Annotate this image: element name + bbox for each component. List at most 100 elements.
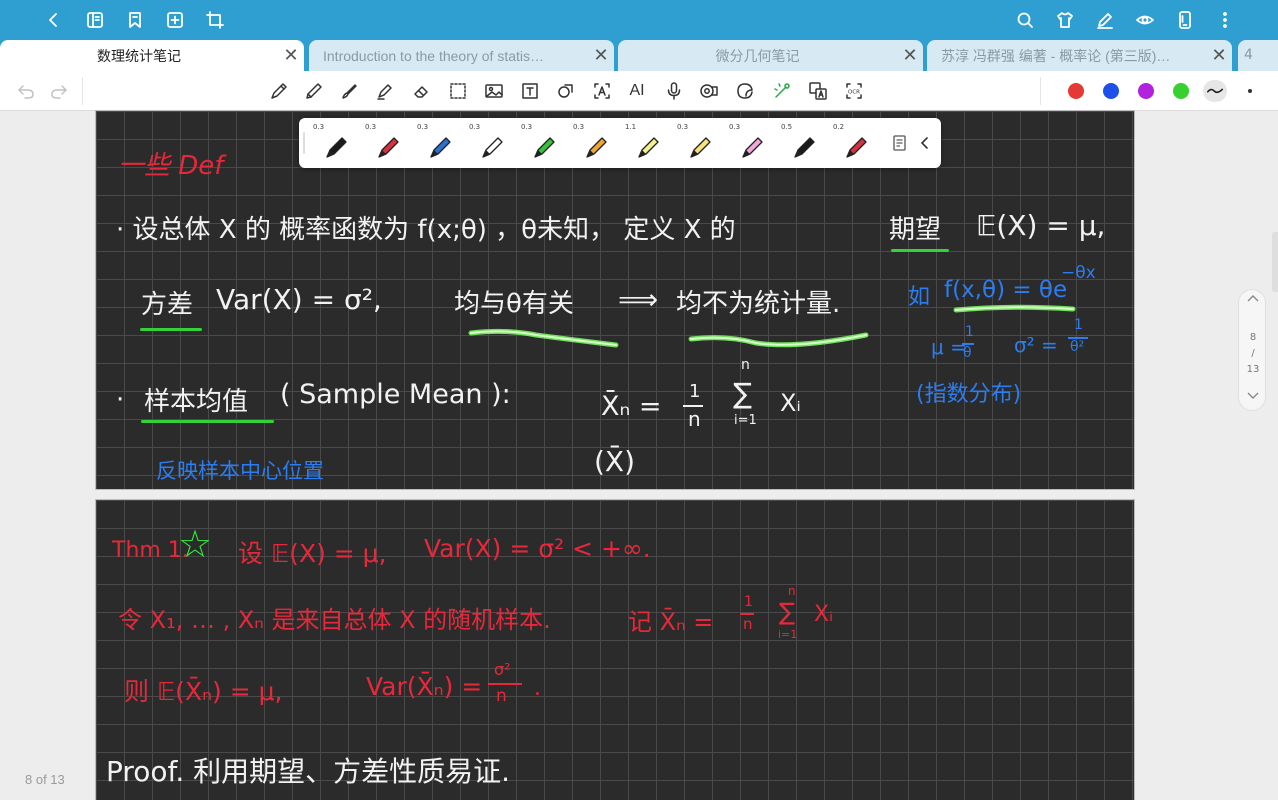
tab-probability-book[interactable]: 苏淳 冯群强 编著 - 概率论 (第三版)… ✕ <box>927 40 1232 71</box>
image-icon[interactable] <box>482 79 506 103</box>
definition-line: · 设总体 X 的 概率函数为 f(x;θ) ，θ未知， 定义 X 的 <box>116 215 736 245</box>
tab-label: Introduction to the theory of statis… <box>323 47 545 64</box>
page-down-icon[interactable] <box>1239 392 1267 403</box>
sum-lower-limit: i=1 <box>778 628 798 641</box>
color-blue-swatch[interactable] <box>1103 83 1119 99</box>
reflects-center-note: 反映样本中心位置 <box>156 459 324 483</box>
highlighter-icon[interactable] <box>373 79 397 103</box>
bookmark-icon[interactable] <box>123 8 147 32</box>
tab-intro-theory[interactable]: Introduction to the theory of statis… ✕ <box>309 40 614 71</box>
pen-preset[interactable]: 0.3 <box>363 122 411 164</box>
tab-strip: 数理统计笔记 ✕ Introduction to the theory of s… <box>0 40 1278 71</box>
green-glow-underline <box>688 332 869 348</box>
edge-handle[interactable] <box>1272 232 1278 292</box>
exponential-dist-note: (指数分布) <box>916 382 1022 407</box>
green-glow-underline <box>953 304 1076 313</box>
variance-denominator: θ² <box>1070 339 1085 355</box>
pen-icon <box>326 137 347 158</box>
lasso-select-icon[interactable] <box>446 79 470 103</box>
undo-icon[interactable] <box>14 79 38 103</box>
color-purple-swatch[interactable] <box>1138 83 1154 99</box>
expectation-word: 期望 <box>889 215 942 245</box>
tab-notes-stats[interactable]: 数理统计笔记 ✕ <box>0 40 304 71</box>
svg-text:OCR: OCR <box>848 90 860 96</box>
shirt-icon[interactable] <box>1053 8 1077 32</box>
page-nav-current: 8 <box>1249 332 1257 343</box>
translate-icon[interactable] <box>806 79 830 103</box>
laser-pointer-icon[interactable] <box>770 79 794 103</box>
close-icon[interactable]: ✕ <box>278 40 304 71</box>
pen-icon <box>482 137 503 158</box>
note-page-2[interactable]: Thm 1. ☆ 设 𝔼(X) = μ, Var(X) = σ² < +∞. 令… <box>95 499 1135 800</box>
eraser-icon[interactable] <box>409 79 433 103</box>
brush-pen-icon[interactable] <box>338 79 362 103</box>
theorem-cond-mean: 设 𝔼(X) = μ, <box>238 539 387 568</box>
pen-edit-icon[interactable] <box>1093 8 1117 32</box>
close-icon[interactable]: ✕ <box>1206 40 1232 71</box>
phone-icon[interactable] <box>1173 8 1197 32</box>
fraction-denominator: n <box>496 686 507 706</box>
green-glow-underline <box>468 328 619 348</box>
eye-icon[interactable] <box>1133 8 1157 32</box>
pen-preset[interactable]: 0.3 <box>727 122 775 164</box>
tab-label: 数理统计笔记 <box>97 47 181 64</box>
text-box-icon[interactable] <box>518 79 542 103</box>
pen-size-label: 0.2 <box>833 123 845 131</box>
top-bar <box>0 0 1278 40</box>
pen-preset[interactable]: 0.3 <box>415 122 463 164</box>
drag-handle[interactable] <box>303 132 305 154</box>
pen-icon <box>378 137 399 158</box>
pen-size-label: 0.3 <box>469 123 481 131</box>
theorem-cond-variance: Var(X) = σ² < +∞. <box>424 534 651 563</box>
ocr-icon[interactable]: OCR <box>842 79 866 103</box>
pen-icon <box>794 137 815 158</box>
text-recognize-icon[interactable] <box>590 79 614 103</box>
collapse-palette-icon[interactable] <box>916 133 934 153</box>
close-icon[interactable]: ✕ <box>588 40 614 71</box>
pen-preset[interactable]: 0.3 <box>311 122 359 164</box>
pen-preset[interactable]: 0.2 <box>831 122 879 164</box>
search-icon[interactable] <box>1013 8 1037 32</box>
sticker-icon[interactable] <box>733 79 757 103</box>
tab-diff-geometry[interactable]: 微分几何笔记 ✕ <box>618 40 923 71</box>
add-page-icon[interactable] <box>163 8 187 32</box>
pen-preset[interactable]: 0.3 <box>571 122 619 164</box>
pen-palette: 0.3 0.3 0.3 0.3 0.3 0.3 1.1 0.3 0.3 0.5 0.2 <box>299 118 941 168</box>
green-underline <box>140 328 202 331</box>
pen-preset[interactable]: 0.3 <box>519 122 567 164</box>
pen-preset[interactable]: 0.3 <box>675 122 723 164</box>
fountain-pen-icon[interactable] <box>267 79 291 103</box>
shape-icon[interactable] <box>554 79 578 103</box>
ai-assistant-icon[interactable]: AI <box>625 79 649 103</box>
fraction-denominator: n <box>688 407 701 431</box>
pen-preset[interactable]: 0.5 <box>779 122 827 164</box>
microphone-icon[interactable] <box>662 79 686 103</box>
pen-icon <box>846 137 867 158</box>
page-counter: 8 of 13 <box>25 772 65 787</box>
palette-settings-icon[interactable] <box>891 133 909 153</box>
redo-icon[interactable] <box>47 79 71 103</box>
stroke-style-selector[interactable] <box>1203 80 1227 102</box>
crop-icon[interactable] <box>203 8 227 32</box>
pen-size-label: 0.3 <box>573 123 585 131</box>
wave-stroke-icon <box>1207 88 1223 94</box>
color-green-swatch[interactable] <box>1173 83 1189 99</box>
pencil-icon[interactable] <box>302 79 326 103</box>
page-navigator[interactable]: 8 / 13 <box>1238 289 1266 411</box>
mean-denominator: θ <box>963 345 972 361</box>
more-dot-icon[interactable] <box>1248 89 1252 93</box>
sum-upper-limit: n <box>741 357 750 373</box>
pen-size-label: 0.3 <box>521 123 533 131</box>
pen-icon <box>534 137 555 158</box>
pen-preset[interactable]: 0.3 <box>467 122 515 164</box>
tape-icon[interactable] <box>697 79 721 103</box>
back-icon[interactable] <box>42 8 66 32</box>
pen-preset[interactable]: 1.1 <box>623 122 671 164</box>
page-up-icon[interactable] <box>1239 294 1267 305</box>
close-icon[interactable]: ✕ <box>897 40 923 71</box>
pen-icon <box>430 137 451 158</box>
more-icon[interactable] <box>1213 8 1237 32</box>
tab-count[interactable]: 4 <box>1238 40 1278 71</box>
color-red-swatch[interactable] <box>1068 83 1084 99</box>
sidebar-icon[interactable] <box>83 8 107 32</box>
